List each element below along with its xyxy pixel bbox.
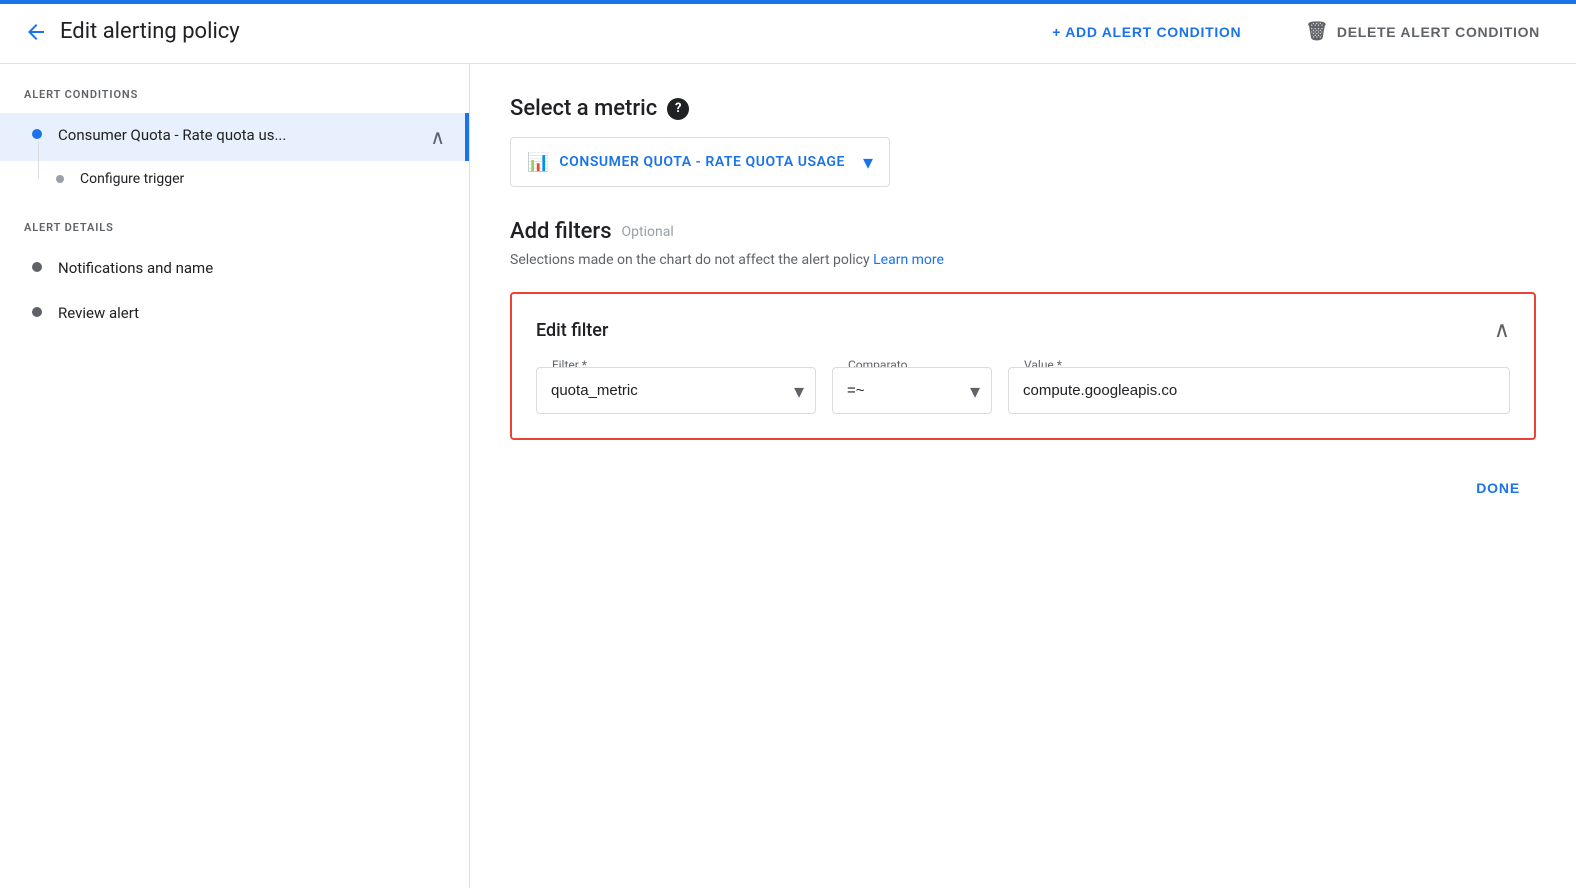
sub-item-label: Configure trigger — [80, 171, 184, 187]
add-alert-condition-button[interactable]: + ADD ALERT CONDITION — [1040, 16, 1253, 48]
value-input-wrapper — [1008, 367, 1510, 414]
filters-section: Add filters Optional Selections made on … — [510, 219, 1536, 504]
value-field: Value * — [1008, 367, 1510, 414]
active-indicator — [465, 113, 469, 161]
dot-review — [32, 307, 42, 317]
sidebar-item-label: Consumer Quota - Rate quota us... — [58, 125, 422, 146]
dot-notifications — [32, 262, 42, 272]
sidebar-item-review-alert[interactable]: Review alert — [0, 291, 469, 336]
learn-more-link[interactable]: Learn more — [873, 252, 944, 268]
sidebar-item-consumer-quota[interactable]: Consumer Quota - Rate quota us... ∧ — [0, 113, 469, 161]
metric-dropdown-label: CONSUMER QUOTA - RATE QUOTA USAGE — [559, 154, 853, 170]
metric-heading: Select a metric ? — [510, 96, 1536, 121]
filter-select-wrapper: quota_metric ▾ — [536, 367, 816, 414]
metric-section: Select a metric ? 📊 CONSUMER QUOTA - RAT… — [510, 96, 1536, 187]
collapse-icon[interactable]: ∧ — [1494, 318, 1510, 343]
edit-filter-title: Edit filter — [536, 320, 608, 341]
sidebar-item-notifications[interactable]: Notifications and name — [0, 246, 469, 291]
chevron-up-icon: ∧ — [430, 125, 445, 149]
header: Edit alerting policy + ADD ALERT CONDITI… — [0, 0, 1576, 64]
comparator-field: Comparato... =~ ▾ — [832, 367, 992, 414]
done-button[interactable]: DONE — [1460, 472, 1536, 504]
comparator-select-wrapper: =~ ▾ — [832, 367, 992, 414]
comparator-select[interactable]: =~ — [832, 367, 992, 414]
content-area: Select a metric ? 📊 CONSUMER QUOTA - RAT… — [470, 64, 1576, 888]
edit-filter-header: Edit filter ∧ — [536, 318, 1510, 343]
chart-icon: 📊 — [527, 152, 549, 173]
sidebar-item-review-label: Review alert — [58, 303, 445, 324]
filter-select[interactable]: quota_metric — [536, 367, 816, 414]
filters-heading-text: Add filters — [510, 219, 612, 244]
filters-description: Selections made on the chart do not affe… — [510, 252, 1536, 268]
edit-filter-card: Edit filter ∧ Filter * quota_metric ▾ — [510, 292, 1536, 440]
sub-dot — [56, 175, 64, 183]
filter-row: Filter * quota_metric ▾ Comparato... =~ … — [536, 367, 1510, 414]
done-row: DONE — [510, 464, 1536, 504]
alert-details-label: ALERT DETAILS — [0, 221, 469, 246]
header-actions: + ADD ALERT CONDITION 🗑 DELETE ALERT CON… — [1040, 13, 1552, 50]
metric-chevron-icon: ▾ — [863, 150, 873, 174]
active-dot — [32, 129, 42, 139]
alert-conditions-label: ALERT CONDITIONS — [0, 88, 469, 113]
back-button[interactable] — [24, 20, 48, 44]
connector-line — [38, 141, 39, 179]
delete-alert-condition-button[interactable]: 🗑 DELETE ALERT CONDITION — [1293, 13, 1552, 50]
sidebar: ALERT CONDITIONS Consumer Quota - Rate q… — [0, 64, 470, 888]
metric-dropdown[interactable]: 📊 CONSUMER QUOTA - RATE QUOTA USAGE ▾ — [510, 137, 890, 187]
help-icon[interactable]: ? — [667, 98, 689, 120]
page-title: Edit alerting policy — [60, 19, 240, 44]
filters-heading: Add filters Optional — [510, 219, 1536, 244]
sidebar-subitem-configure-trigger[interactable]: Configure trigger — [0, 161, 469, 197]
filter-field: Filter * quota_metric ▾ — [536, 367, 816, 414]
value-input[interactable] — [1008, 367, 1510, 414]
metric-heading-text: Select a metric — [510, 96, 657, 121]
filters-optional-label: Optional — [622, 224, 674, 240]
sidebar-item-notifications-label: Notifications and name — [58, 258, 445, 279]
trash-icon: 🗑 — [1305, 21, 1329, 42]
main-layout: ALERT CONDITIONS Consumer Quota - Rate q… — [0, 64, 1576, 888]
